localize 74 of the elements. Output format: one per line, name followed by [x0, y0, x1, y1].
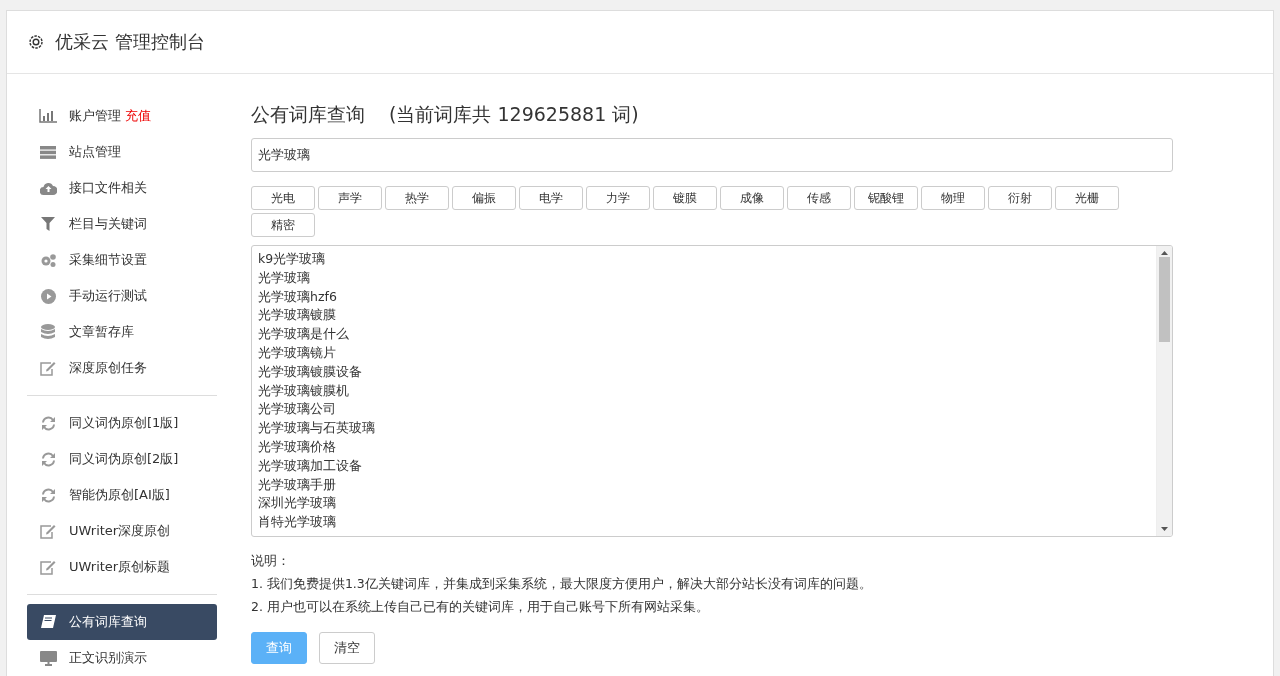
sidebar-item[interactable]: 站点管理	[27, 134, 217, 170]
sidebar-item[interactable]: 接口文件相关	[27, 170, 217, 206]
notes-title: 说明：	[251, 552, 291, 570]
sidebar-item[interactable]: 文章暂存库	[27, 314, 217, 350]
recharge-link[interactable]: 充值	[125, 107, 151, 125]
result-item[interactable]: 深圳光学玻璃	[258, 494, 1150, 514]
note-text: 2. 用户也可以在系统上传自己已有的关键词库，用于自己账号下所有网站采集。	[251, 598, 710, 616]
tag-button[interactable]: 声学	[318, 186, 382, 210]
tag-button[interactable]: 力学	[586, 186, 650, 210]
clear-button[interactable]: 清空	[319, 632, 375, 664]
sidebar-item[interactable]: 深度原创任务	[27, 350, 217, 386]
tag-button[interactable]: 镀膜	[653, 186, 717, 210]
play-icon	[40, 288, 56, 304]
sidebar-item[interactable]: 同义词伪原创[2版]	[27, 441, 217, 477]
sidebar-item[interactable]: 采集细节设置	[27, 242, 217, 278]
sidebar-item[interactable]: 手动运行测试	[27, 278, 217, 314]
bar-chart-icon	[39, 109, 57, 123]
sidebar-item[interactable]: 智能伪原创[AI版]	[27, 477, 217, 513]
tag-button[interactable]: 衍射	[988, 186, 1052, 210]
sidebar-item[interactable]: 栏目与关键词	[27, 206, 217, 242]
server-icon	[40, 145, 56, 159]
result-item[interactable]: 光学玻璃是什么	[258, 325, 1150, 344]
tag-button[interactable]: 传感	[787, 186, 851, 210]
result-item[interactable]: 光学玻璃镀膜	[258, 306, 1150, 326]
console-title: 优采云 管理控制台	[55, 30, 205, 54]
tag-button[interactable]: 成像	[720, 186, 784, 210]
tag-button[interactable]: 热学	[385, 186, 449, 210]
tag-button[interactable]: 光电	[251, 186, 315, 210]
result-item[interactable]: 光学玻璃hzf6	[258, 287, 1150, 307]
scroll-down-icon[interactable]	[1161, 527, 1168, 531]
result-item[interactable]: k9光学玻璃	[258, 250, 1150, 269]
refresh-icon	[40, 487, 56, 503]
filter-icon	[41, 217, 55, 231]
cloud-upload-icon	[39, 181, 57, 195]
scrollbar-thumb[interactable]	[1159, 257, 1170, 342]
settings-icon	[27, 33, 45, 51]
tag-button[interactable]: 偏振	[452, 186, 516, 210]
word-count: (当前词库共 129625881 词)	[389, 102, 639, 127]
page-title: 公有词库查询	[251, 102, 365, 127]
result-item[interactable]: 光学玻璃价格	[258, 437, 1150, 457]
edit-icon	[40, 360, 56, 376]
tag-button[interactable]: 精密	[251, 213, 315, 237]
scrollbar[interactable]	[1156, 246, 1172, 536]
sidebar-item[interactable]: UWriter原创标题	[27, 549, 217, 585]
sidebar-item[interactable]: 公有词库查询	[27, 604, 217, 640]
sidebar-item[interactable]: 正文识别演示	[27, 640, 217, 676]
edit-icon	[40, 523, 56, 539]
edit-icon	[40, 559, 56, 575]
result-item[interactable]: 光学玻璃加工设备	[258, 456, 1150, 476]
sidebar-item[interactable]: 账户管理 充值	[27, 98, 217, 134]
refresh-icon	[40, 451, 56, 467]
tag-button[interactable]: 物理	[921, 186, 985, 210]
sidebar-item[interactable]: UWriter深度原创	[27, 513, 217, 549]
gears-icon	[39, 252, 57, 268]
result-item[interactable]: 光学玻璃手册	[258, 475, 1150, 495]
tag-button[interactable]: 光栅	[1055, 186, 1119, 210]
result-item[interactable]: 光学玻璃	[258, 268, 1150, 288]
note-text: 1. 我们免费提供1.3亿关键词库，并集成到采集系统，最大限度方便用户，解决大部分站长没有词库的问题。	[251, 575, 873, 593]
scroll-up-icon[interactable]	[1161, 251, 1168, 255]
result-item[interactable]: 光学玻璃与石英玻璃	[258, 419, 1150, 438]
refresh-icon	[40, 415, 56, 431]
menu-label: 账户管理	[69, 107, 121, 125]
book-icon	[40, 614, 56, 630]
result-item[interactable]: 光学玻璃镜片	[258, 344, 1150, 363]
sidebar-item[interactable]: 同义词伪原创[1版]	[27, 405, 217, 441]
result-item[interactable]: 光学玻璃公司	[258, 400, 1150, 420]
search-field[interactable]: 光学玻璃	[251, 138, 1173, 172]
tag-button[interactable]: 铌酸锂	[854, 186, 918, 210]
result-item[interactable]: 光学玻璃镀膜机	[258, 381, 1150, 401]
result-item[interactable]: 肖特光学玻璃	[258, 513, 1150, 532]
database-icon	[41, 324, 55, 340]
result-item[interactable]: 光学玻璃镀膜设备	[258, 362, 1150, 382]
monitor-icon	[39, 650, 57, 666]
tag-button[interactable]: 电学	[519, 186, 583, 210]
